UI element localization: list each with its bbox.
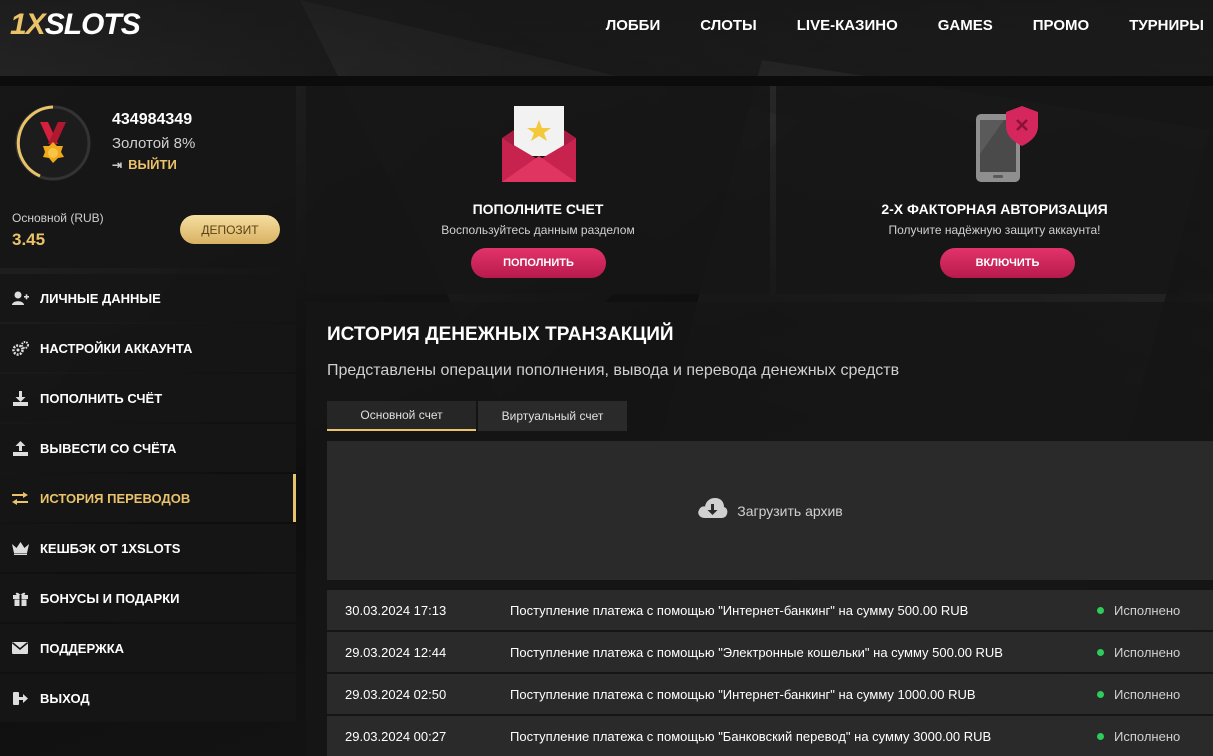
nav-item-live-casino[interactable]: LIVE-КАЗИНО — [757, 17, 898, 34]
profile-panel: 434984349 Золотой 8% ⇥ ВЫЙТИ Основной (RU… — [0, 86, 296, 268]
status-dot-icon — [1097, 690, 1104, 698]
tx-status-label: Исполнено — [1114, 686, 1181, 702]
status-dot-icon — [1097, 732, 1104, 740]
tx-status-label: Исполнено — [1114, 644, 1181, 660]
tx-description: Поступление платежа с помощью "Интернет-… — [510, 686, 976, 702]
enable-2fa-button[interactable]: ВКЛЮЧИТЬ — [940, 248, 1075, 278]
sidebar-item-bonuses[interactable]: БОНУСЫ И ПОДАРКИ — [0, 574, 296, 622]
exit-icon: ⇥ — [112, 158, 123, 172]
tab-main-account[interactable]: Основной счет — [327, 401, 476, 431]
sidebar-item-label: БОНУСЫ И ПОДАРКИ — [40, 590, 180, 606]
user-add-icon — [11, 289, 29, 307]
logout-label: ВЫЙТИ — [128, 157, 177, 172]
status-badge: Исполнено — [1097, 687, 1180, 702]
sidebar-item-label: КЕШБЭК ОТ 1XSLOTS — [40, 540, 181, 556]
balance-value: 3.45 — [12, 230, 46, 249]
sidebar-item-label: ПОПОЛНИТЬ СЧЁТ — [40, 390, 163, 406]
tx-date: 30.03.2024 17:13 — [345, 602, 447, 618]
user-id: 434984349 — [112, 111, 193, 128]
status-dot-icon — [1097, 648, 1104, 656]
transfer-icon — [11, 489, 29, 507]
nav-item-lobby[interactable]: ЛОББИ — [566, 17, 661, 34]
sidebar-item-label: ПОДДЕРЖКА — [40, 640, 125, 656]
card-description: Получите надёжную защиту аккаунта! — [888, 223, 1101, 237]
balance-label: Основной (RUB) — [12, 211, 104, 225]
table-row: 29.03.2024 02:50 Поступление платежа с п… — [327, 674, 1213, 714]
nav-item-tournaments[interactable]: ТУРНИРЫ — [1089, 17, 1204, 34]
card-title: ПОПОЛНИТЕ СЧЕТ — [472, 201, 604, 217]
tx-status-label: Исполнено — [1114, 602, 1181, 618]
sidebar-item-personal-data[interactable]: ЛИЧНЫЕ ДАННЫЕ — [0, 274, 296, 322]
transaction-history-panel: ИСТОРИЯ ДЕНЕЖНЫХ ТРАНЗАКЦИЙ Представлены… — [306, 302, 1213, 756]
logo-part-1x: 1X — [10, 8, 46, 41]
tx-status-label: Исполнено — [1114, 728, 1181, 744]
sidebar-item-withdraw[interactable]: ВЫВЕСТИ СО СЧЁТА — [0, 424, 296, 472]
sidebar-item-label: ЛИЧНЫЕ ДАННЫЕ — [40, 290, 161, 306]
tx-date: 29.03.2024 12:44 — [345, 644, 447, 660]
account-tabs: Основной счет Виртуальный счет — [327, 401, 627, 431]
status-badge: Исполнено — [1097, 645, 1180, 660]
upload-icon — [11, 439, 29, 457]
transaction-list: 30.03.2024 17:13 Поступление платежа с п… — [327, 590, 1213, 756]
card-title: 2-Х ФАКТОРНАЯ АВТОРИЗАЦИЯ — [881, 201, 1108, 217]
sidebar-item-exit[interactable]: ВЫХОД — [0, 674, 296, 722]
status-badge: Исполнено — [1097, 603, 1180, 618]
sidebar-item-deposit[interactable]: ПОПОЛНИТЬ СЧЁТ — [0, 374, 296, 422]
main-nav: ЛОББИ СЛОТЫ LIVE-КАЗИНО GAMES ПРОМО ТУРН… — [566, 17, 1204, 34]
top-header: 1XSLOTS ЛОББИ СЛОТЫ LIVE-КАЗИНО GAMES ПР… — [0, 0, 1213, 76]
gift-icon — [11, 589, 29, 607]
crown-icon — [11, 539, 29, 557]
sidebar-item-cashback[interactable]: КЕШБЭК ОТ 1XSLOTS — [0, 524, 296, 572]
nav-item-promo[interactable]: ПРОМО — [993, 17, 1089, 34]
phone-shield-icon — [974, 104, 1040, 189]
tx-date: 29.03.2024 00:27 — [345, 728, 447, 744]
sidebar-item-label: ВЫВЕСТИ СО СЧЁТА — [40, 440, 177, 456]
sidebar-menu: ЛИЧНЫЕ ДАННЫЕ НАСТРОЙКИ АККАУНТА ПОПОЛНИ… — [0, 274, 296, 724]
table-row: 29.03.2024 00:27 Поступление платежа с п… — [327, 716, 1213, 756]
sidebar-item-support[interactable]: ПОДДЕРЖКА — [0, 624, 296, 672]
sidebar-item-transfer-history[interactable]: ИСТОРИЯ ПЕРЕВОДОВ — [0, 474, 296, 522]
tx-description: Поступление платежа с помощью "Банковски… — [510, 728, 992, 744]
sidebar-item-label: ИСТОРИЯ ПЕРЕВОДОВ — [40, 490, 191, 506]
top-up-button[interactable]: ПОПОЛНИТЬ — [471, 248, 606, 278]
tab-virtual-account[interactable]: Виртуальный счет — [478, 401, 627, 431]
card-description: Воспользуйтесь данным разделом — [441, 223, 635, 237]
nav-item-games[interactable]: GAMES — [898, 17, 993, 34]
header-divider — [0, 76, 1213, 86]
page-title: ИСТОРИЯ ДЕНЕЖНЫХ ТРАНЗАКЦИЙ — [327, 324, 674, 345]
site-logo[interactable]: 1XSLOTS — [10, 8, 141, 42]
load-archive-button[interactable]: Загрузить архив — [327, 441, 1213, 580]
exit-icon — [11, 689, 29, 707]
tx-description: Поступление платежа с помощью "Интернет-… — [510, 602, 969, 618]
logout-link[interactable]: ⇥ ВЫЙТИ — [112, 157, 177, 172]
sidebar-item-label: ВЫХОД — [40, 690, 90, 706]
nav-item-slots[interactable]: СЛОТЫ — [660, 17, 757, 34]
medal-avatar-icon — [14, 104, 92, 182]
download-icon — [11, 389, 29, 407]
deposit-button[interactable]: ДЕПОЗИТ — [180, 215, 280, 244]
user-level: Золотой 8% — [112, 135, 196, 152]
page-subtitle: Представлены операции пополнения, вывода… — [327, 362, 900, 379]
status-dot-icon — [1097, 606, 1104, 614]
gears-icon — [11, 339, 29, 357]
logo-part-slots: SLOTS — [44, 8, 141, 41]
cloud-download-icon — [697, 497, 728, 524]
load-archive-label: Загрузить архив — [737, 502, 843, 519]
sidebar-item-label: НАСТРОЙКИ АККАУНТА — [40, 340, 193, 356]
two-factor-card: 2-Х ФАКТОРНАЯ АВТОРИЗАЦИЯ Получите надёж… — [776, 86, 1213, 294]
tx-description: Поступление платежа с помощью "Электронн… — [510, 644, 1003, 660]
status-badge: Исполнено — [1097, 729, 1180, 744]
table-row: 29.03.2024 12:44 Поступление платежа с п… — [327, 632, 1213, 672]
sidebar-item-account-settings[interactable]: НАСТРОЙКИ АККАУНТА — [0, 324, 296, 372]
mail-icon — [11, 639, 29, 657]
table-row: 30.03.2024 17:13 Поступление платежа с п… — [327, 590, 1213, 630]
envelope-star-icon — [500, 104, 578, 189]
deposit-promo-card: ПОПОЛНИТЕ СЧЕТ Воспользуйтесь данным раз… — [306, 86, 770, 294]
tx-date: 29.03.2024 02:50 — [345, 686, 447, 702]
